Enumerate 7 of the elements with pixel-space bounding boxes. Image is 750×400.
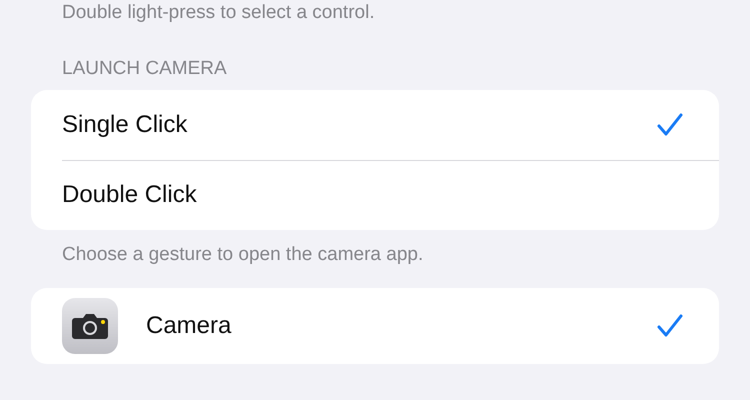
footer-text: Double light-press to select a control. <box>61 2 376 24</box>
option-row[interactable]: Double Click <box>31 160 719 230</box>
section-heading: LAUNCH CAMERA <box>61 58 228 80</box>
app-row[interactable]: Camera <box>31 288 719 364</box>
camera-app-icon <box>62 298 118 354</box>
footer-text: Choose a gesture to open the camera app. <box>61 244 424 266</box>
option-row[interactable]: Single Click <box>31 90 719 160</box>
